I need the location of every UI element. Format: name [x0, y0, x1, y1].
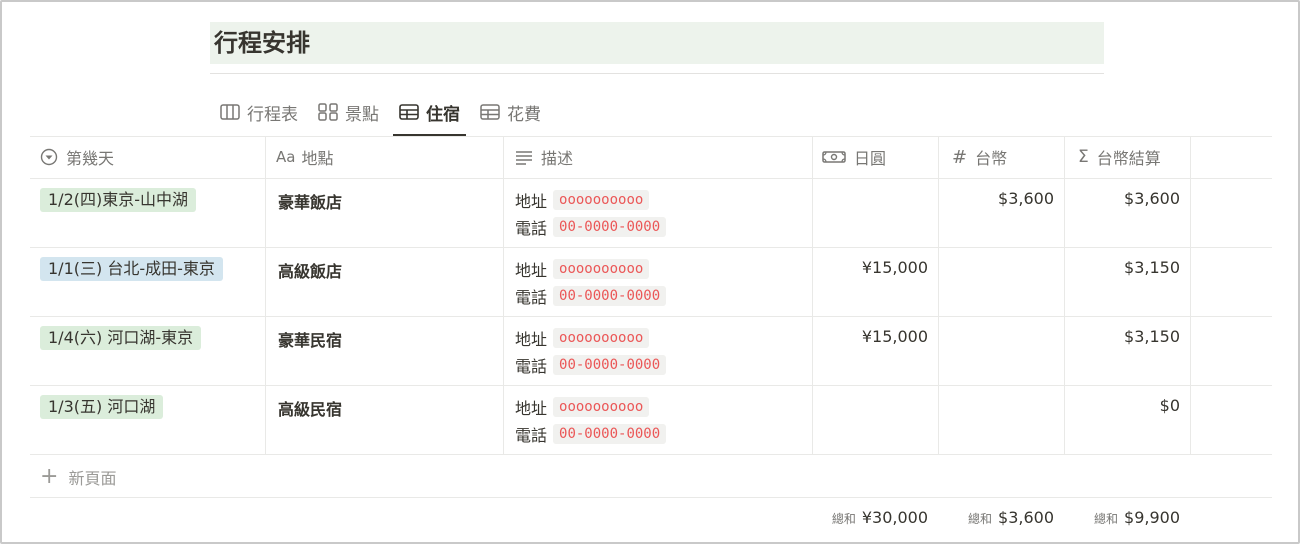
jpy-cell[interactable]: ¥15,000	[812, 327, 928, 346]
day-tag[interactable]: 1/3(五) 河口湖	[40, 395, 164, 419]
phone-label: 電話	[515, 356, 548, 376]
address-label: 地址	[515, 260, 548, 280]
table-icon	[399, 104, 419, 120]
phone-label: 電話	[515, 425, 548, 445]
address-code: oooooooooo	[553, 396, 650, 417]
twd-cell[interactable]: $3,600	[938, 189, 1054, 208]
place-cell[interactable]: 豪華飯店	[278, 189, 342, 213]
title-divider	[210, 73, 1104, 74]
column-header-place[interactable]: Aa 地點	[276, 136, 333, 178]
phone-code: 00-0000-0000	[553, 354, 667, 375]
table-icon	[480, 104, 500, 120]
phone-code: 00-0000-0000	[553, 423, 667, 444]
description-cell[interactable]: 地址 oooooooooo 電話 00-0000-0000	[515, 255, 667, 309]
new-page-label: 新頁面	[68, 469, 117, 488]
table-row[interactable]: 1/4(六) 河口湖-東京	[40, 326, 202, 350]
row-divider	[30, 385, 1272, 386]
phone-code: 00-0000-0000	[553, 285, 667, 306]
sum-jpy[interactable]: 總和 ¥30,000	[812, 508, 928, 527]
sum-label: 總和	[1094, 512, 1119, 526]
place-cell[interactable]: 豪華民宿	[278, 327, 342, 351]
place-cell[interactable]: 高級飯店	[278, 258, 342, 282]
tab-expenses[interactable]: 花費	[474, 90, 547, 134]
sum-twd-total[interactable]: 總和 $9,900	[1064, 508, 1180, 527]
address-code: oooooooooo	[553, 258, 650, 279]
sum-value: $3,600	[998, 508, 1054, 527]
column-divider	[1190, 136, 1191, 454]
text-title-icon: Aa	[276, 148, 296, 166]
address-label: 地址	[515, 398, 548, 418]
money-icon	[822, 151, 846, 163]
address-code: oooooooooo	[553, 189, 650, 210]
column-divider	[503, 136, 504, 454]
sum-twd[interactable]: 總和 $3,600	[938, 508, 1054, 527]
text-lines-icon	[516, 151, 532, 165]
plus-icon: +	[40, 464, 59, 489]
formula-icon: Σ	[1078, 147, 1089, 167]
phone-label: 電話	[515, 287, 548, 307]
tab-schedule[interactable]: 行程表	[214, 90, 304, 134]
column-label: 台幣	[975, 149, 1008, 168]
table-row[interactable]: 1/2(四)東京-山中湖	[40, 188, 197, 212]
day-tag[interactable]: 1/2(四)東京-山中湖	[40, 188, 197, 212]
column-header-twd-total[interactable]: Σ 台幣結算	[1078, 136, 1161, 178]
view-tabs: 行程表 景點 住宿 花費	[214, 90, 555, 136]
column-divider	[812, 136, 813, 454]
column-label: 地點	[301, 149, 334, 168]
tab-sights[interactable]: 景點	[312, 90, 385, 134]
sum-label: 總和	[831, 512, 856, 526]
twd-total-cell: $3,150	[1124, 327, 1180, 346]
row-divider	[30, 497, 1272, 498]
tab-label: 景點	[345, 104, 379, 125]
column-header-day[interactable]: 第幾天	[40, 136, 114, 178]
column-label: 描述	[541, 149, 574, 168]
tab-label: 住宿	[426, 104, 460, 125]
board-icon	[220, 104, 240, 120]
twd-total-cell: $3,600	[1124, 189, 1180, 208]
column-divider	[265, 136, 266, 454]
row-divider	[30, 247, 1272, 248]
address-label: 地址	[515, 191, 548, 211]
title-bar: 行程安排	[210, 22, 1104, 64]
sum-label: 總和	[968, 512, 993, 526]
tab-label: 行程表	[247, 104, 298, 125]
column-label: 第幾天	[66, 149, 115, 168]
sum-value: ¥30,000	[861, 508, 928, 527]
place-cell[interactable]: 高級民宿	[278, 396, 342, 420]
column-header-twd[interactable]: # 台幣	[952, 136, 1007, 178]
new-page-button[interactable]: + 新頁面	[40, 465, 116, 489]
table-row[interactable]: 1/1(三) 台北-成田-東京	[40, 257, 223, 281]
column-divider	[938, 136, 939, 454]
row-divider	[30, 178, 1272, 179]
address-label: 地址	[515, 329, 548, 349]
twd-total-cell: $3,150	[1124, 258, 1180, 277]
tab-lodging[interactable]: 住宿	[393, 90, 466, 136]
row-divider	[30, 316, 1272, 317]
page-title[interactable]: 行程安排	[214, 28, 310, 58]
sum-value: $9,900	[1124, 508, 1180, 527]
day-tag[interactable]: 1/1(三) 台北-成田-東京	[40, 257, 223, 281]
row-divider	[30, 454, 1272, 455]
twd-total-cell: $0	[1159, 396, 1180, 415]
column-label: 日圓	[854, 149, 887, 168]
column-label: 台幣結算	[1096, 149, 1161, 168]
number-icon: #	[952, 146, 968, 168]
tab-label: 花費	[507, 104, 541, 125]
column-header-jpy[interactable]: 日圓	[822, 136, 886, 178]
select-icon	[40, 148, 58, 166]
day-tag[interactable]: 1/4(六) 河口湖-東京	[40, 326, 202, 350]
phone-code: 00-0000-0000	[553, 216, 667, 237]
jpy-cell[interactable]: ¥15,000	[812, 258, 928, 277]
address-code: oooooooooo	[553, 327, 650, 348]
table-row[interactable]: 1/3(五) 河口湖	[40, 395, 164, 419]
gallery-icon	[318, 103, 338, 121]
phone-label: 電話	[515, 218, 548, 238]
column-header-description[interactable]: 描述	[515, 136, 573, 178]
description-cell[interactable]: 地址 oooooooooo 電話 00-0000-0000	[515, 393, 667, 447]
description-cell[interactable]: 地址 oooooooooo 電話 00-0000-0000	[515, 324, 667, 378]
description-cell[interactable]: 地址 oooooooooo 電話 00-0000-0000	[515, 186, 667, 240]
